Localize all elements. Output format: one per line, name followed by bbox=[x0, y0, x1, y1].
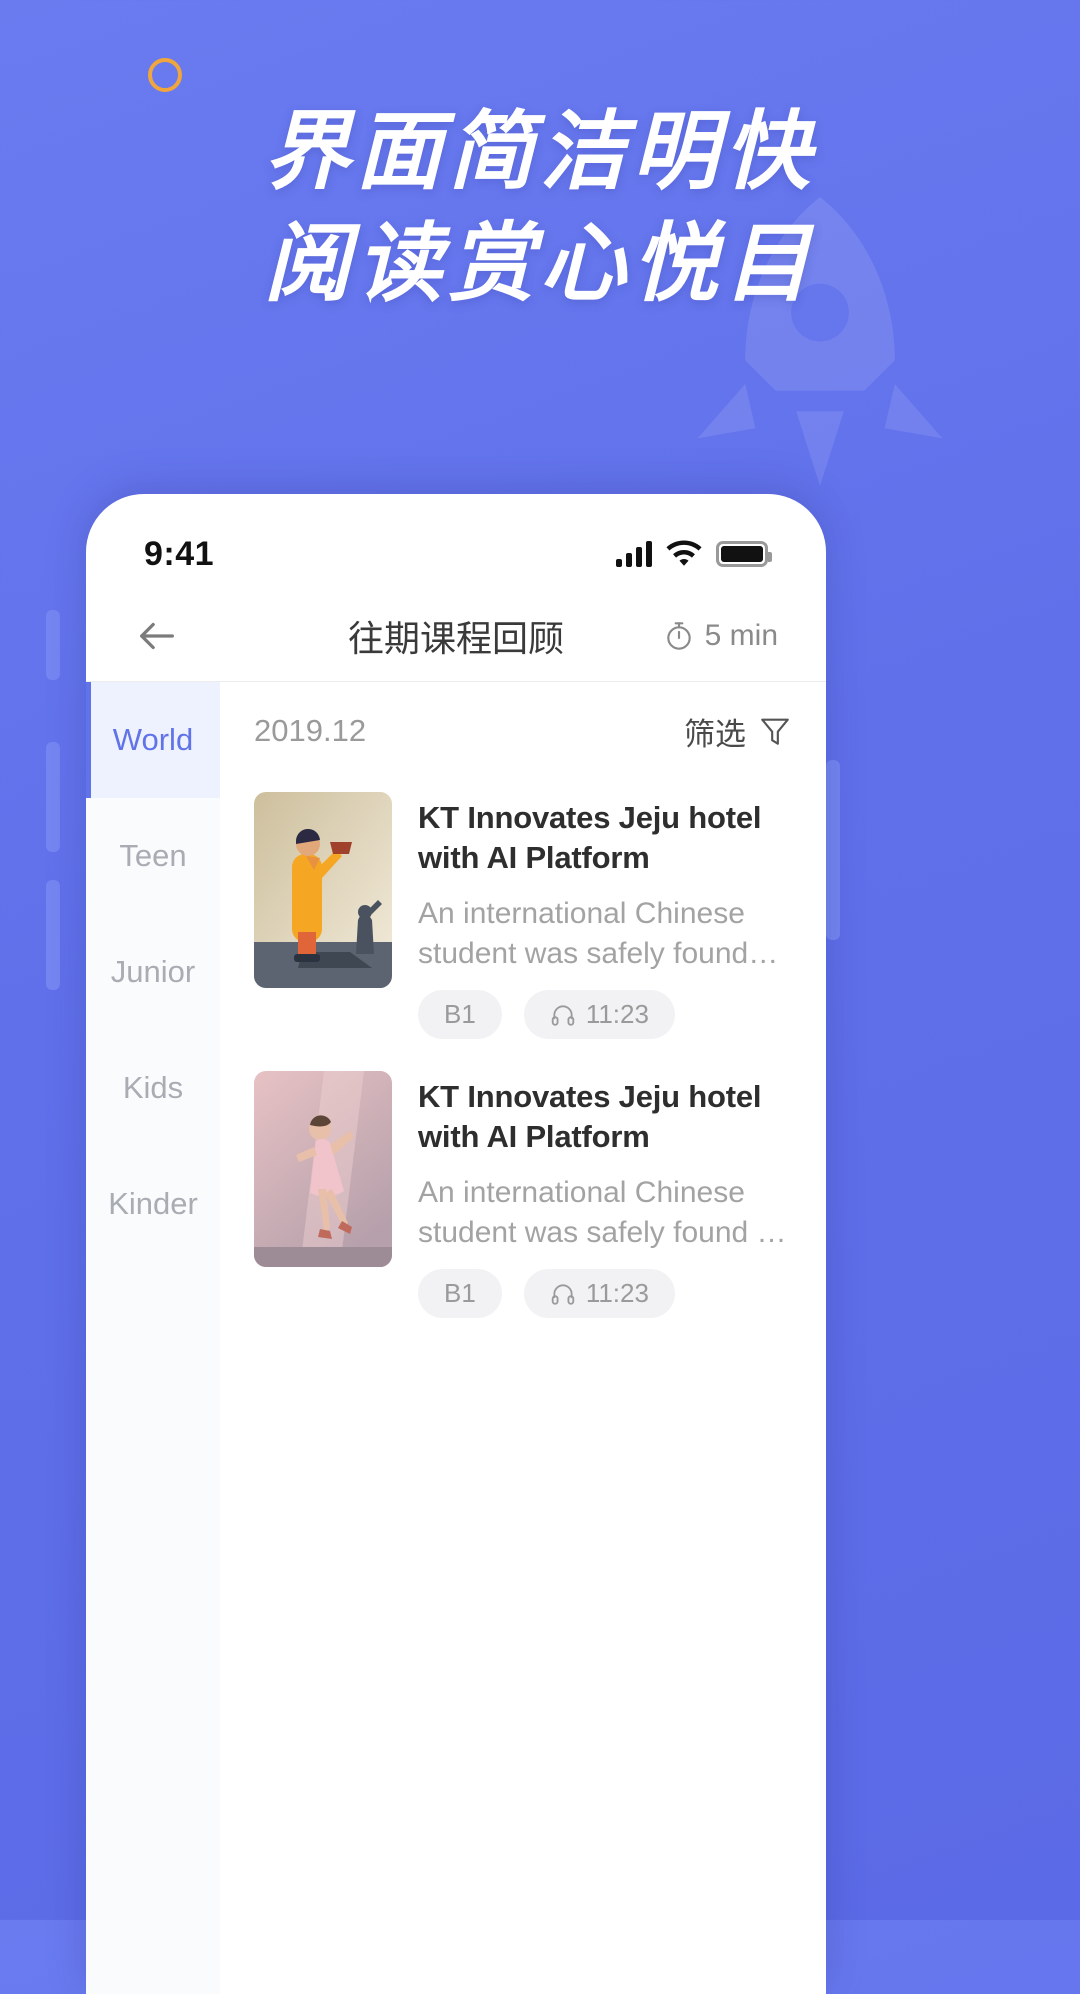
sidebar-item-label: World bbox=[112, 722, 194, 757]
article-body: KT Innovates Jeju hotel with AI Platform… bbox=[418, 1071, 792, 1318]
navigation-bar: 往期课程回顾 5 min bbox=[86, 590, 826, 682]
person-waving-illustration bbox=[254, 792, 392, 988]
list-header: 2019.12 筛选 bbox=[220, 682, 826, 780]
article-title: KT Innovates Jeju hotel with AI Platform bbox=[418, 800, 762, 875]
category-sidebar: World Teen Junior Kids Kinder bbox=[86, 682, 220, 1994]
level-badge: B1 bbox=[418, 990, 502, 1039]
sidebar-item-label: Kinder bbox=[108, 1186, 198, 1221]
list-item[interactable]: KT Innovates Jeju hotel with AI Platform… bbox=[220, 1059, 826, 1338]
date-label: 2019.12 bbox=[254, 713, 367, 748]
list-item[interactable]: KT Innovates Jeju hotel with AI Platform… bbox=[220, 780, 826, 1059]
cellular-signal-icon bbox=[616, 541, 652, 567]
back-arrow-icon[interactable] bbox=[134, 613, 180, 659]
headline-line-2: 阅读赏心悦目 bbox=[264, 216, 816, 312]
filter-label: 筛选 bbox=[684, 716, 746, 752]
funnel-filter-icon bbox=[761, 718, 789, 745]
headline-line-1: 界面简洁明快 bbox=[264, 104, 816, 200]
article-description: An international Chinese student was saf… bbox=[418, 897, 779, 970]
level-badge: B1 bbox=[418, 1269, 502, 1318]
sidebar-item-kids[interactable]: Kids bbox=[86, 1030, 220, 1146]
phone-power-button bbox=[826, 760, 840, 940]
audio-duration-label: 11:23 bbox=[585, 999, 649, 1029]
status-clock: 9:41 bbox=[144, 534, 215, 573]
battery-full-icon bbox=[716, 541, 772, 567]
audio-duration-badge: 11:23 bbox=[523, 1269, 675, 1318]
article-title: KT Innovates Jeju hotel with AI Platform bbox=[418, 1079, 762, 1154]
article-tags: B1 11:23 bbox=[418, 1269, 792, 1318]
article-tags: B1 11:23 bbox=[418, 990, 792, 1039]
reading-timer-label: 5 min bbox=[704, 618, 778, 652]
sidebar-item-label: Junior bbox=[110, 954, 196, 989]
article-body: KT Innovates Jeju hotel with AI Platform… bbox=[418, 792, 792, 1039]
phone-volume-up-button bbox=[46, 742, 60, 852]
filter-button[interactable]: 筛选 bbox=[684, 709, 792, 754]
sidebar-item-label: Teen bbox=[119, 838, 187, 873]
status-bar: 9:41 bbox=[86, 494, 826, 590]
article-description: An international Chinese student was saf… bbox=[418, 1176, 787, 1249]
article-thumbnail bbox=[254, 1071, 392, 1267]
phone-volume-down-button bbox=[46, 880, 60, 990]
sidebar-item-kinder[interactable]: Kinder bbox=[86, 1146, 220, 1262]
dancing-girl-illustration bbox=[254, 1071, 392, 1267]
sidebar-item-label: Kids bbox=[122, 1070, 184, 1105]
stopwatch-icon bbox=[666, 621, 691, 650]
main-content: World Teen Junior Kids Kinder 2019.12 筛选 bbox=[86, 682, 826, 1994]
sidebar-item-world[interactable]: World bbox=[86, 682, 220, 798]
audio-duration-label: 11:23 bbox=[585, 1278, 649, 1308]
circle-outline-icon bbox=[148, 58, 182, 92]
headphones-icon bbox=[551, 1283, 575, 1305]
phone-mockup: 9:41 往期课程回顾 5 min World Teen Junior Kids… bbox=[86, 494, 826, 1994]
sidebar-item-teen[interactable]: Teen bbox=[86, 798, 220, 914]
audio-duration-badge: 11:23 bbox=[523, 990, 675, 1039]
promo-headline: 界面简洁明快 阅读赏心悦目 bbox=[0, 96, 1080, 320]
article-list-pane: 2019.12 筛选 KT Innovates Jeju hotel with … bbox=[220, 682, 826, 1994]
status-icon-group bbox=[616, 540, 772, 568]
wifi-icon bbox=[666, 540, 702, 566]
article-thumbnail bbox=[254, 792, 392, 988]
reading-timer: 5 min bbox=[663, 619, 778, 653]
sidebar-item-junior[interactable]: Junior bbox=[86, 914, 220, 1030]
headphones-icon bbox=[551, 1004, 575, 1026]
phone-side-button bbox=[46, 610, 60, 680]
